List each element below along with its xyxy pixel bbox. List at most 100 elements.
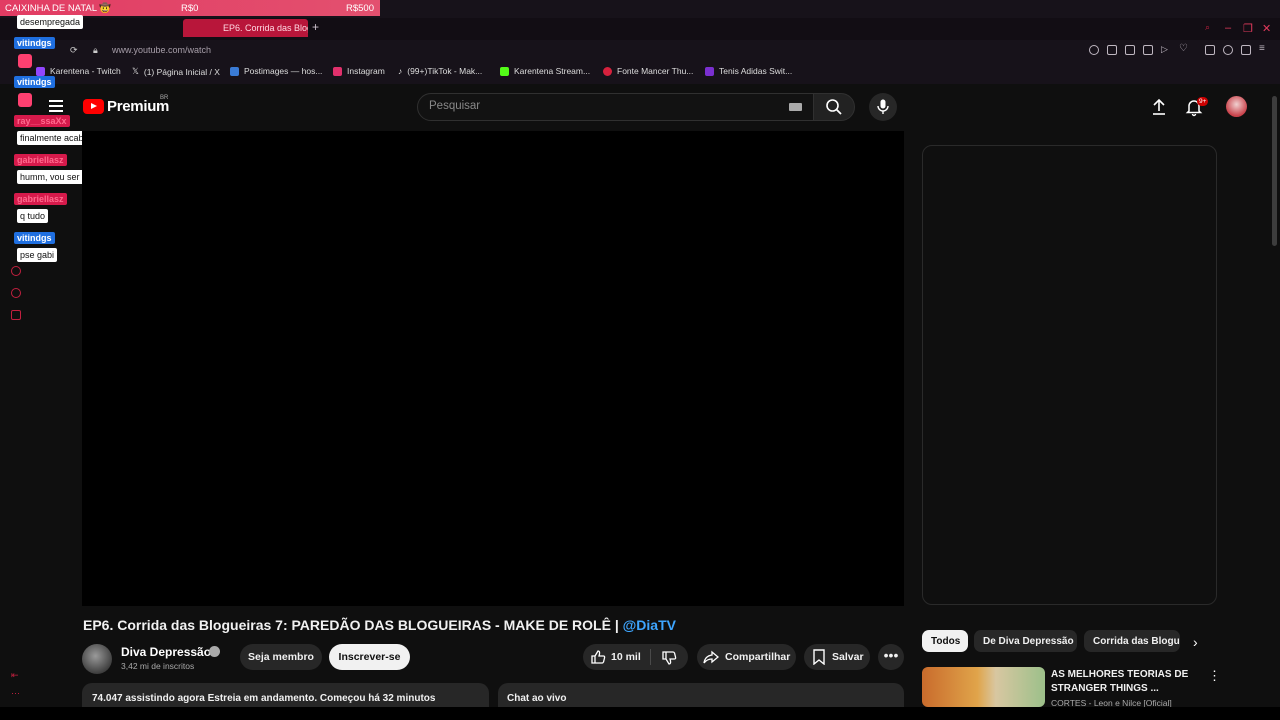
postimages-icon bbox=[230, 66, 239, 76]
address-bar[interactable]: www.youtube.com/watch bbox=[112, 45, 211, 55]
page-scrollbar[interactable] bbox=[1272, 96, 1277, 246]
instagram-icon bbox=[333, 66, 342, 76]
donation-goal-bar: CAIXINHA DE NATAL 🤠 R$0 R$500 bbox=[0, 0, 380, 16]
tiktok-icon: ♪ bbox=[398, 66, 403, 76]
pin-icon[interactable] bbox=[1107, 45, 1117, 55]
like-separator bbox=[650, 649, 651, 665]
sticker-icon bbox=[18, 93, 32, 107]
video-title: EP6. Corrida das Blogueiras 7: PAREDÃO D… bbox=[83, 617, 676, 633]
account-avatar[interactable] bbox=[1226, 96, 1247, 117]
recommendation-title[interactable]: AS MELHORES TEORIAS DE STRANGER THINGS .… bbox=[1051, 668, 1201, 696]
like-button[interactable] bbox=[590, 649, 606, 670]
play-icon[interactable]: ▷ bbox=[1161, 44, 1171, 54]
kebab-menu-icon[interactable]: ⋮ bbox=[1208, 668, 1221, 684]
live-chat-panel bbox=[922, 145, 1217, 605]
profile-icon[interactable] bbox=[1223, 45, 1233, 55]
chat-username: vitindgs bbox=[14, 37, 55, 49]
menu-icon[interactable]: ≡ bbox=[1259, 43, 1269, 54]
history-icon[interactable] bbox=[11, 266, 21, 276]
save-label: Salvar bbox=[832, 651, 864, 663]
chip-all[interactable]: Todos bbox=[922, 630, 968, 652]
chip-related[interactable]: Corrida das Blogue bbox=[1084, 630, 1180, 652]
youtube-play-icon bbox=[83, 99, 104, 114]
live-chat-label: Chat ao vivo bbox=[507, 693, 567, 704]
voice-search-button[interactable] bbox=[869, 93, 897, 121]
chat-username: ray__ssaXx bbox=[14, 115, 70, 127]
bookmark-item[interactable]: Postimages — hos... bbox=[230, 66, 322, 76]
maximize-icon[interactable]: ❐ bbox=[1243, 22, 1253, 35]
tab-title: EP6. Corrida das Blog bbox=[223, 23, 308, 33]
thumbs-down-icon bbox=[662, 651, 677, 665]
sticker-icon bbox=[18, 54, 32, 68]
minimize-icon[interactable]: – bbox=[1225, 22, 1231, 34]
video-title-text: EP6. Corrida das Blogueiras 7: PAREDÃO D… bbox=[83, 617, 619, 633]
chat-username: vitindgs bbox=[14, 232, 55, 244]
subscribe-button[interactable]: Inscrever-se bbox=[329, 644, 410, 670]
donation-current: R$0 bbox=[181, 3, 199, 14]
thumbs-up-icon bbox=[591, 650, 606, 664]
youtube-logo[interactable]: Premium BR bbox=[83, 95, 169, 115]
region-code: BR bbox=[160, 95, 169, 101]
bookmark-item[interactable]: 𝕏 (1) Página Inicial / X bbox=[132, 66, 220, 77]
bookmark-item[interactable]: Instagram bbox=[333, 66, 385, 76]
like-count: 10 mil bbox=[611, 651, 641, 663]
bookmark-item[interactable]: Tenis Adidas Swit... bbox=[705, 66, 792, 76]
bookmark-icon bbox=[812, 649, 826, 670]
search-icon bbox=[826, 99, 842, 115]
zoom-icon[interactable] bbox=[1089, 45, 1099, 55]
chat-username: gabriellasz bbox=[14, 154, 67, 166]
microphone-icon bbox=[877, 99, 889, 114]
donation-label: CAIXINHA DE NATAL 🤠 bbox=[5, 3, 112, 14]
reload-icon[interactable]: ⟳ bbox=[70, 45, 78, 56]
subscriber-count: 3,42 mi de inscritos bbox=[121, 661, 195, 671]
channel-name[interactable]: Diva Depressão bbox=[121, 645, 211, 659]
notification-badge: 9+ bbox=[1197, 97, 1209, 106]
verified-icon bbox=[209, 646, 220, 657]
heart-icon[interactable]: ♡ bbox=[1179, 43, 1189, 54]
adidas-icon bbox=[705, 66, 714, 76]
share-label: Compartilhar bbox=[725, 651, 791, 663]
chat-message: q tudo bbox=[17, 209, 49, 223]
donation-goal: R$500 bbox=[346, 3, 374, 14]
bookmark-item[interactable]: Fonte Mancer Thu... bbox=[603, 66, 693, 76]
search-button[interactable] bbox=[813, 93, 855, 121]
keyboard-icon[interactable] bbox=[789, 103, 802, 111]
close-window-icon[interactable]: ✕ bbox=[1262, 22, 1271, 35]
channel-avatar[interactable] bbox=[82, 644, 112, 674]
x-icon: 𝕏 bbox=[132, 66, 139, 76]
chevron-right-icon[interactable]: › bbox=[1193, 634, 1198, 650]
bottom-strip bbox=[0, 707, 1280, 720]
extensions-icon[interactable] bbox=[1205, 45, 1215, 55]
recommendation-thumbnail[interactable] bbox=[922, 667, 1045, 707]
collapse-icon[interactable]: ⇤ bbox=[11, 670, 19, 681]
chat-message: pse gabi bbox=[17, 248, 58, 262]
clips-icon[interactable] bbox=[11, 288, 21, 298]
font-icon bbox=[603, 66, 612, 76]
live-viewers-info: 74.047 assistindo agora Estreia em andam… bbox=[92, 693, 436, 704]
settings-icon[interactable] bbox=[11, 310, 21, 320]
tab-youtube[interactable]: EP6. Corrida das Blog bbox=[183, 19, 308, 37]
bookmark-item[interactable]: ♪ (99+)TikTok - Mak... bbox=[398, 66, 482, 76]
bookmark-item[interactable]: Karentena Stream... bbox=[500, 66, 590, 76]
hamburger-menu-icon[interactable] bbox=[49, 100, 63, 112]
downloads-icon[interactable] bbox=[1241, 45, 1251, 55]
bookmark-item[interactable]: Karentena - Twitch bbox=[36, 66, 121, 76]
channel-handle-link[interactable]: @DiaTV bbox=[623, 617, 676, 633]
dislike-button[interactable] bbox=[661, 650, 677, 671]
more-actions-button[interactable]: ••• bbox=[878, 644, 904, 670]
twitch-icon bbox=[36, 66, 45, 76]
lock-icon: 🔒︎ bbox=[93, 45, 98, 55]
search-tabs-icon[interactable]: ⌕ bbox=[1205, 22, 1210, 33]
chat-username: gabriellasz bbox=[14, 193, 67, 205]
shield-icon[interactable] bbox=[1143, 45, 1153, 55]
search-placeholder: Pesquisar bbox=[429, 100, 481, 112]
chip-from-channel[interactable]: De Diva Depressão bbox=[974, 630, 1077, 652]
new-tab-button[interactable]: + bbox=[312, 20, 319, 34]
upload-icon[interactable] bbox=[1149, 97, 1169, 117]
screenshot-icon[interactable] bbox=[1125, 45, 1135, 55]
join-button[interactable]: Seja membro bbox=[240, 644, 322, 670]
kick-icon bbox=[500, 66, 509, 76]
video-player[interactable] bbox=[82, 131, 904, 606]
share-icon bbox=[703, 650, 720, 670]
more-dots-icon[interactable]: ⋯ bbox=[11, 688, 20, 699]
